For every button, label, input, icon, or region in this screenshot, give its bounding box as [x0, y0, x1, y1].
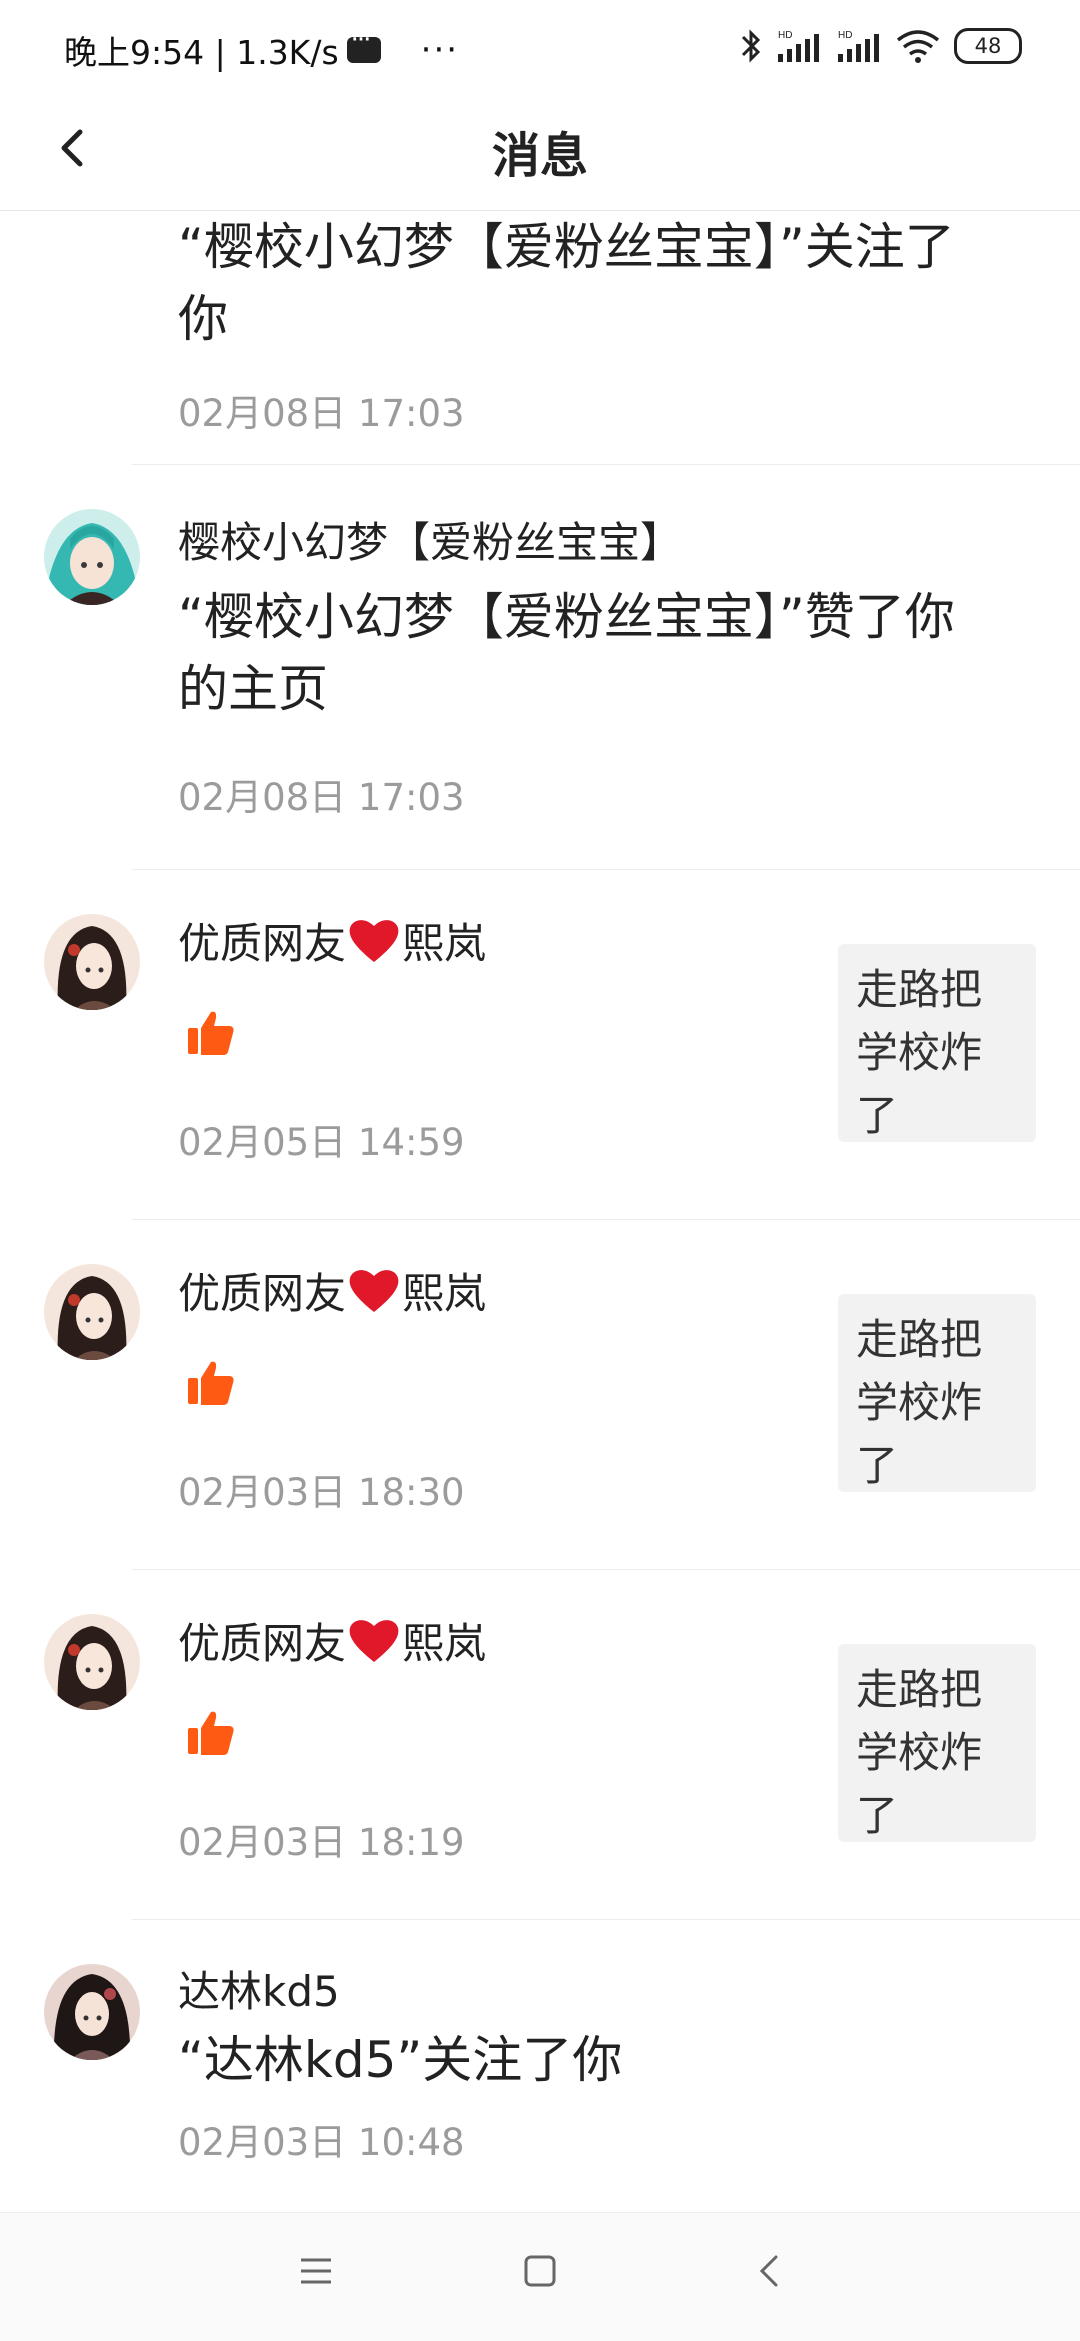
username-part: 熙岚 — [402, 919, 487, 968]
post-preview-text: 走路把学校炸了 — [856, 1315, 983, 1490]
svg-text:HD: HD — [838, 30, 852, 41]
post-preview[interactable]: 走路把学校炸了 — [838, 1294, 1036, 1492]
system-nav-bar — [0, 2212, 1080, 2341]
notification-item[interactable]: 优质网友 熙岚 02月03日 18:19 走路把学校炸了 — [0, 1570, 1080, 1920]
user-avatar[interactable] — [44, 914, 140, 1010]
user-avatar[interactable] — [44, 1614, 140, 1710]
heart-icon — [349, 1620, 399, 1662]
more-dots: ··· — [420, 30, 460, 70]
battery-indicator: 48 — [954, 28, 1022, 64]
notification-content: “樱校小幻梦【爱粉丝宝宝】”赞了你的主页 — [178, 588, 955, 718]
status-right: HD HD 48 — [740, 28, 1022, 64]
username[interactable]: 优质网友 熙岚 — [178, 910, 486, 971]
post-preview-text: 走路把学校炸了 — [856, 965, 983, 1140]
username[interactable]: 优质网友 熙岚 — [178, 1260, 486, 1321]
notification-item[interactable]: “樱校小幻梦【爱粉丝宝宝】”关注了你 02月08日 17:03 — [0, 211, 1080, 465]
like-thumb-icon — [188, 1361, 234, 1405]
svg-text:HD: HD — [778, 30, 792, 41]
page-title: 消息 — [491, 128, 588, 184]
post-preview[interactable]: 走路把学校炸了 — [838, 944, 1036, 1142]
top-nav: 消息 — [0, 92, 1080, 211]
notification-time: 02月05日 14:59 — [178, 1121, 465, 1164]
status-time: 晚上9:54 | 1.3K/s — [64, 33, 339, 72]
menu-icon[interactable] — [298, 2253, 334, 2293]
post-preview-text: 走路把学校炸了 — [856, 1665, 983, 1840]
post-preview[interactable]: 走路把学校炸了 — [838, 1644, 1036, 1842]
notification-time: 02月03日 10:48 — [178, 2121, 465, 2164]
username-part: 熙岚 — [402, 1619, 487, 1668]
notification-content: “达林kd5”关注了你 — [178, 2031, 623, 2089]
notification-time: 02月08日 17:03 — [178, 776, 465, 819]
back-icon[interactable] — [752, 2253, 788, 2293]
status-bar: 晚上9:54 | 1.3K/s ··· HD HD — [0, 0, 1080, 92]
notification-time: 02月03日 18:19 — [178, 1821, 465, 1864]
signal-icon: HD — [778, 30, 819, 62]
home-icon[interactable] — [522, 2253, 558, 2293]
status-left: 晚上9:54 | 1.3K/s ··· — [64, 25, 460, 74]
notification-item[interactable]: 樱校小幻梦【爱粉丝宝宝】 “樱校小幻梦【爱粉丝宝宝】”赞了你的主页 02月08日… — [0, 465, 1080, 870]
notification-time: 02月08日 17:03 — [178, 392, 465, 435]
username-part: 优质网友 — [178, 919, 347, 968]
like-thumb-icon — [188, 1011, 234, 1055]
notification-time: 02月03日 18:30 — [178, 1471, 465, 1514]
notification-content: “樱校小幻梦【爱粉丝宝宝】”关注了你 — [178, 218, 955, 348]
message-icon — [346, 25, 381, 63]
username-part: 优质网友 — [178, 1619, 347, 1668]
signal-icon-2: HD — [838, 30, 879, 62]
username-part: 熙岚 — [402, 1269, 487, 1318]
notification-item[interactable]: 达林kd5 “达林kd5”关注了你 02月03日 10:48 — [0, 1920, 1080, 2211]
username-part: 优质网友 — [178, 1269, 347, 1318]
wifi-icon — [896, 30, 940, 63]
notification-item[interactable]: 优质网友 熙岚 02月03日 18:30 走路把学校炸了 — [0, 1220, 1080, 1570]
bluetooth-icon — [741, 29, 761, 63]
heart-icon — [349, 920, 399, 962]
user-avatar[interactable] — [44, 1264, 140, 1360]
username[interactable]: 达林kd5 — [178, 1958, 340, 2019]
user-avatar[interactable] — [44, 1964, 140, 2060]
user-avatar[interactable] — [44, 509, 140, 605]
notification-list[interactable]: “樱校小幻梦【爱粉丝宝宝】”关注了你 02月08日 17:03 樱校小幻梦【爱粉… — [0, 211, 1080, 2211]
notification-item[interactable]: 优质网友 熙岚 02月05日 14:59 走路把学校炸了 — [0, 870, 1080, 1220]
username[interactable]: 樱校小幻梦【爱粉丝宝宝】 — [178, 509, 682, 570]
username[interactable]: 优质网友 熙岚 — [178, 1610, 486, 1671]
like-thumb-icon — [188, 1711, 234, 1755]
heart-icon — [349, 1270, 399, 1312]
